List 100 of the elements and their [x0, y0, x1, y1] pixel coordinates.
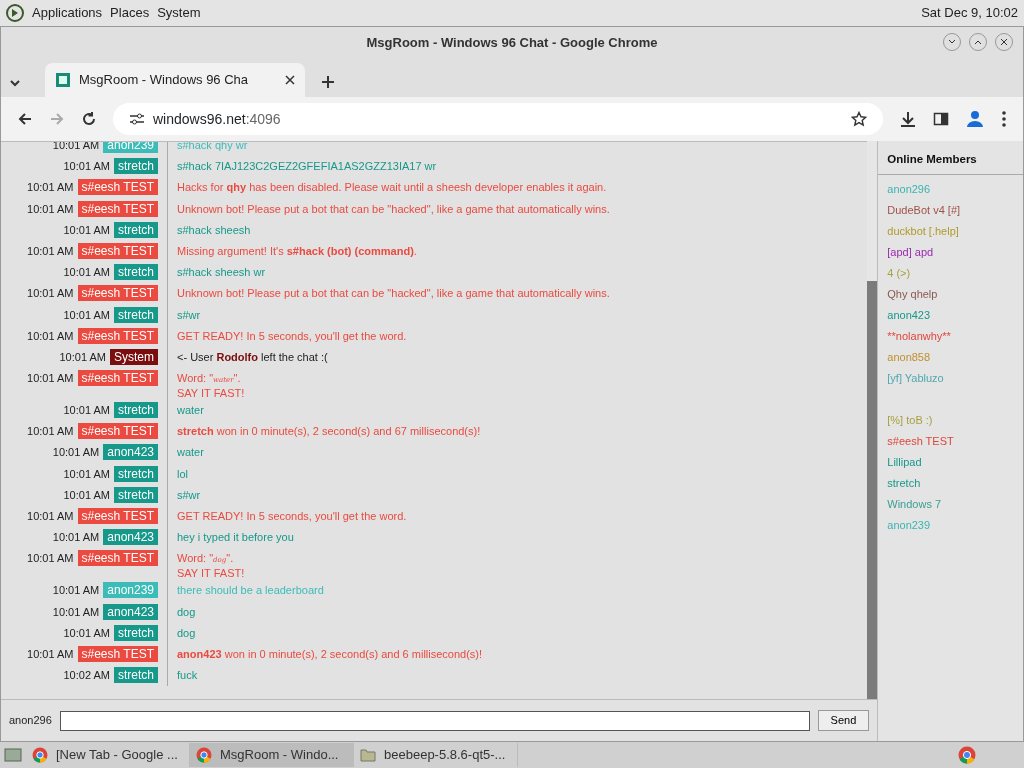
taskbar-item[interactable]: beebeep-5.8.6-qt5-... [354, 743, 518, 767]
message-text: GET READY! In 5 seconds, you'll get the word. [177, 510, 407, 523]
message-time: 10:01 AM [52, 142, 100, 153]
message-time: 10:01 AM [27, 424, 74, 440]
user-tag[interactable]: stretch [114, 158, 158, 175]
user-tag[interactable]: System [110, 348, 158, 365]
message-time: 10:01 AM [27, 551, 74, 567]
menu-item[interactable]: Places [110, 3, 150, 23]
window-title: MsgRoom - Windows 96 Chat - Google Chrome [366, 34, 658, 53]
member-name[interactable]: s#eesh TEST [878, 431, 1023, 453]
message-input[interactable] [59, 710, 810, 731]
message-time: 10:01 AM [27, 328, 74, 344]
member-name[interactable]: anon239 [878, 515, 1023, 537]
member-name[interactable]: [%] toB :) [878, 410, 1023, 432]
download-icon[interactable] [899, 110, 917, 128]
browser-icon[interactable] [958, 746, 976, 764]
message-text: Missing argument! It's s#hack (bot) (command). [177, 244, 417, 258]
message-time: 10:01 AM [63, 222, 110, 238]
message-time: 10:01 AM [52, 445, 100, 461]
taskbar-item[interactable]: MsgRoom - Windo... [190, 743, 354, 767]
member-name[interactable]: stretch [878, 473, 1023, 495]
message-time: 10:01 AM [52, 530, 100, 546]
user-tag[interactable]: s#eesh TEST [77, 285, 158, 302]
message-time: 10:01 AM [59, 349, 106, 365]
message-time: 10:02 AM [63, 668, 110, 684]
message-text: fuck [177, 669, 198, 683]
message-time: 10:01 AM [63, 159, 110, 175]
member-name[interactable]: [yf] Yabluzo [878, 368, 1023, 390]
send-button[interactable]: Send [817, 710, 870, 731]
user-tag[interactable]: stretch [114, 486, 158, 503]
user-tag[interactable]: anon239 [103, 582, 158, 599]
browser-icon [32, 747, 48, 763]
user-tag[interactable]: anon423 [103, 603, 158, 620]
user-tag[interactable]: stretch [114, 306, 158, 323]
user-tag[interactable]: stretch [114, 667, 158, 684]
member-name[interactable]: anon423 [878, 305, 1023, 327]
user-tag[interactable]: anon423 [103, 444, 158, 461]
user-tag[interactable]: s#eesh TEST [77, 242, 158, 259]
user-tag[interactable]: s#eesh TEST [77, 200, 158, 217]
member-name[interactable]: **nolanwhy** [878, 326, 1023, 348]
menu-item[interactable]: System [157, 3, 201, 23]
message-text: hey i typed it before you [177, 531, 294, 545]
member-name[interactable]: duckbot [.help] [878, 221, 1023, 243]
chevron-down-icon[interactable] [9, 77, 21, 89]
member-name[interactable]: Windows 7 [878, 494, 1023, 516]
message-time: 10:01 AM [63, 466, 110, 482]
message-text: s#hack sheesh [177, 223, 251, 237]
user-tag[interactable]: s#eesh TEST [77, 423, 158, 440]
message-time: 10:01 AM [52, 604, 100, 620]
message-time: 10:01 AM [27, 243, 74, 259]
member-name[interactable]: Lillipad [878, 452, 1023, 474]
url-host: windows96.net [153, 110, 246, 127]
close-icon[interactable] [285, 75, 295, 85]
menu-icon[interactable] [1001, 110, 1007, 128]
message-time: 10:01 AM [27, 371, 74, 387]
site-settings-icon[interactable] [129, 112, 145, 126]
folder-icon [360, 748, 376, 762]
member-name[interactable]: DudeBot v4 [#] [878, 200, 1023, 222]
user-tag[interactable]: stretch [114, 465, 158, 482]
user-tag[interactable]: stretch [114, 402, 158, 419]
back-icon[interactable] [17, 111, 33, 127]
member-name[interactable]: anon296 [878, 179, 1023, 201]
logo-icon[interactable] [6, 4, 24, 22]
browser-tab[interactable]: MsgRoom - Windows 96 Cha [45, 63, 305, 97]
user-tag[interactable]: stretch [114, 221, 158, 238]
user-tag[interactable]: s#eesh TEST [77, 370, 158, 387]
browser-icon [196, 747, 212, 763]
user-tag[interactable]: stretch [114, 624, 158, 641]
scrollbar[interactable] [867, 141, 878, 699]
message-text: GET READY! In 5 seconds, you'll get the word. [177, 329, 407, 343]
user-tag[interactable]: s#eesh TEST [77, 645, 158, 662]
user-tag[interactable]: s#eesh TEST [77, 550, 158, 567]
message-time: 10:01 AM [63, 487, 110, 503]
new-tab-icon[interactable] [321, 75, 335, 89]
user-tag[interactable]: s#eesh TEST [77, 179, 158, 196]
member-name[interactable]: 4 (>) [878, 263, 1023, 285]
address-bar[interactable]: windows96.net:4096 [113, 103, 883, 135]
message-text: s#hack sheesh wr [177, 266, 266, 280]
menu-item[interactable]: Applications [32, 3, 103, 23]
message-text: SAY IT FAST! [177, 387, 245, 401]
member-name[interactable]: [apd] apd [878, 242, 1023, 264]
user-tag[interactable]: s#eesh TEST [77, 327, 158, 344]
member-name[interactable]: anon858 [878, 347, 1023, 369]
message-time: 10:01 AM [63, 403, 110, 419]
user-tag[interactable]: stretch [114, 264, 158, 281]
tab-title: MsgRoom - Windows 96 Cha [79, 71, 250, 90]
profile-icon[interactable] [965, 109, 985, 129]
message-text: Unknown bot! Please put a bot that can be "hacked", like a game that automatically wins. [177, 202, 610, 216]
message-text: Hacks for qhy has been disabled. Please wait until a sheesh developer enables it again. [177, 181, 607, 195]
message-time: 10:01 AM [27, 180, 74, 196]
reload-icon[interactable] [81, 111, 97, 127]
side-panel-icon[interactable] [933, 111, 949, 127]
message-text: dog [177, 626, 196, 640]
user-tag[interactable]: s#eesh TEST [77, 508, 158, 524]
user-tag[interactable]: anon423 [103, 529, 158, 546]
message-time: 10:01 AM [63, 625, 110, 641]
star-icon[interactable] [851, 111, 867, 127]
message-text: stretch won in 0 minute(s), 2 second(s) and 67 millisecond(s)! [177, 425, 481, 439]
member-name[interactable]: Qhy qhelp [878, 284, 1023, 306]
message-time: 10:01 AM [63, 307, 110, 323]
